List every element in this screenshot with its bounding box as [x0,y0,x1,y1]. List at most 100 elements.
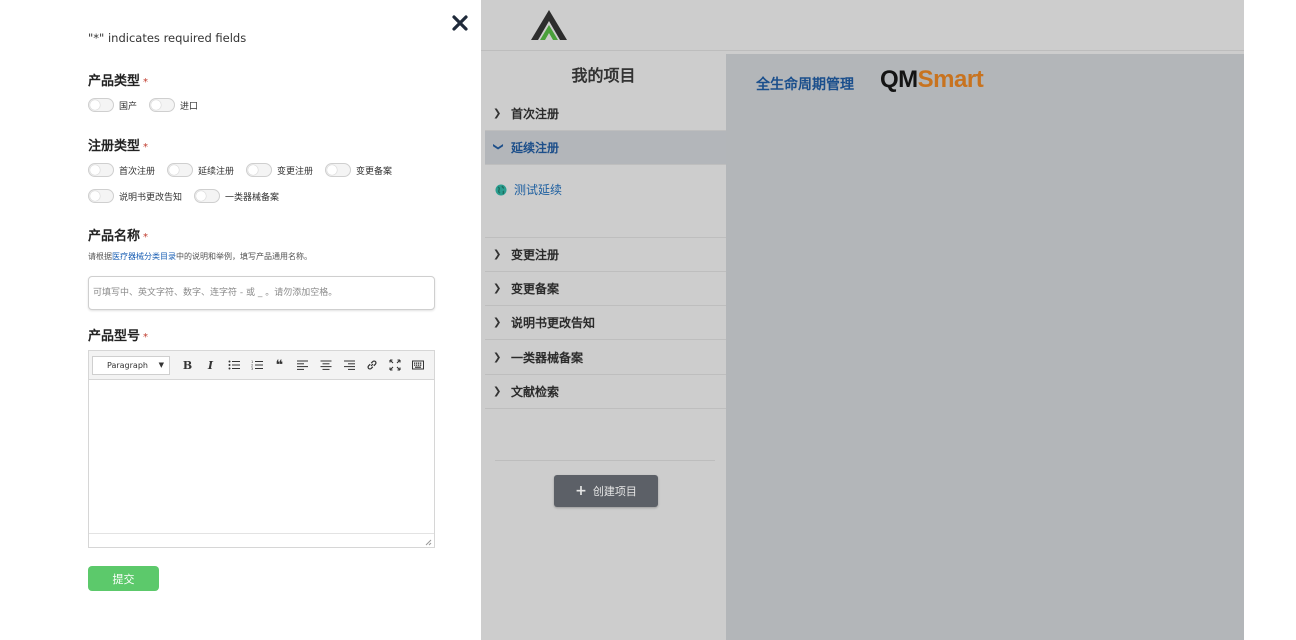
sidebar-item-literature-search[interactable]: ❯ 文献检索 [485,375,726,409]
brand-part-smart: Smart [917,66,984,93]
registration-type-label-text: 注册类型 [88,139,141,154]
sidebar-item-label: 文献检索 [511,385,560,399]
sidebar-title: 我的项目 [571,66,636,85]
product-type-label: 产品类型 * [88,70,148,89]
toggle-switch[interactable] [88,189,114,203]
required-note: "*" indicates required fields [88,31,247,45]
brand-logo: QMSmart [880,66,984,94]
close-button[interactable] [449,12,471,34]
toggle-label: 说明书更改告知 [119,192,183,203]
required-star: * [143,142,149,153]
registration-type-toggles-row1: 首次注册 延续注册 变更注册 变更备案 [88,163,404,177]
toggle-manual-change[interactable]: 说明书更改告知 [88,189,182,203]
toggle-domestic[interactable]: 国产 [88,98,137,112]
toggle-switch[interactable] [246,163,273,177]
product-model-label-text: 产品型号 [88,329,141,344]
product-name-input[interactable] [88,276,435,310]
toggle-import[interactable]: 进口 [149,98,198,112]
required-star: * [143,232,149,243]
toggle-change-registration[interactable]: 变更注册 [246,163,313,177]
sidebar-item-manual-change[interactable]: ❯ 说明书更改告知 [485,306,726,340]
required-star: * [143,332,149,343]
project-item-label: 测试延续 [514,183,563,197]
classification-catalog-link[interactable]: 医疗器械分类目录 [112,252,176,261]
chevron-right-icon: ❯ [493,249,502,260]
align-right-icon [343,360,355,370]
bold-button[interactable]: B [176,355,199,375]
sidebar-item-label: 延续注册 [511,141,560,155]
link-icon [367,360,376,370]
editor-content-area[interactable] [89,380,434,533]
fullscreen-button[interactable] [383,355,406,375]
svg-text:3: 3 [251,367,253,371]
chevron-right-icon: ❯ [493,386,502,397]
sidebar-item-change-filing[interactable]: ❯ 变更备案 [485,272,726,306]
toggle-label: 延续注册 [198,166,235,177]
toggle-first-registration[interactable]: 首次注册 [88,163,155,177]
blockquote-button[interactable]: ❝ [268,355,291,375]
chevron-right-icon: ❯ [493,108,502,119]
sidebar-item-class-one-filing[interactable]: ❯ 一类器械备案 [485,341,726,375]
toggle-label: 首次注册 [119,166,156,177]
sidebar-item-label: 变更注册 [511,248,560,262]
app-background: 我的项目 ❯ 首次注册 ❯ 延续注册 测试延续 ❯ 变更注册 ❯ 变更备案 ❯ … [481,0,1244,640]
editor-statusbar [89,533,434,547]
toggle-class-one-filing[interactable]: 一类器械备案 [194,189,279,203]
sidebar-item-label: 一类器械备案 [511,351,584,365]
brand-part-qm: QM [880,66,918,93]
product-name-help: 请根据医疗器械分类目录中的说明和举例，填写产品通用名称。 [88,251,312,262]
numbered-list-button[interactable]: 1 2 3 [245,355,268,375]
renewal-submenu: 测试延续 [485,165,726,238]
project-item[interactable]: 测试延续 [495,181,562,198]
sidebar-item-label: 说明书更改告知 [511,316,596,330]
align-center-icon [320,360,331,370]
quote-icon: ❝ [275,357,284,373]
chevron-right-icon: ❯ [493,317,502,328]
page: "*" indicates required fields 产品类型 * 国产 进… [0,0,1296,640]
format-select[interactable]: Paragraph ▼ [92,355,170,375]
sidebar: 我的项目 ❯ 首次注册 ❯ 延续注册 测试延续 ❯ 变更注册 ❯ 变更备案 ❯ … [481,54,726,640]
close-icon [452,15,468,31]
chevron-right-icon: ❯ [493,283,502,294]
company-logo-icon[interactable] [529,8,569,41]
sidebar-item-label: 首次注册 [511,107,560,121]
align-center-button[interactable] [314,355,337,375]
align-right-button[interactable] [337,355,360,375]
toggle-switch[interactable] [149,98,176,112]
submit-button[interactable]: 提交 [88,566,159,591]
bullet-list-button[interactable] [222,355,245,375]
toggle-switch[interactable] [167,163,194,177]
sidebar-divider [495,460,715,461]
keyboard-icon [411,360,424,370]
toggle-switch[interactable] [325,163,352,177]
sidebar-item-label: 变更备案 [511,282,560,296]
main-content: 全生命周期管理 QMSmart [726,54,1244,640]
product-type-toggles: 国产 进口 [88,98,210,112]
toggle-switch[interactable] [194,189,221,203]
insert-link-button[interactable] [360,355,383,375]
italic-button[interactable]: I [199,355,222,375]
italic-icon: I [207,358,214,372]
toggle-label: 变更注册 [277,166,314,177]
resize-handle-icon[interactable] [424,538,432,546]
toggle-switch[interactable] [88,163,114,177]
editor-toolbar: Paragraph ▼ B I 1 2 3 ❝ [89,351,434,380]
help-prefix: 请根据 [88,252,112,261]
product-type-label-text: 产品类型 [88,74,141,89]
toggle-renewal[interactable]: 延续注册 [167,163,234,177]
app-header [481,0,1244,51]
toggle-switch[interactable] [88,98,114,112]
toggle-label: 进口 [180,101,199,112]
plus-icon: + [575,483,587,499]
sidebar-item-change-registration[interactable]: ❯ 变更注册 [485,238,726,272]
keyboard-shortcuts-button[interactable] [406,355,429,375]
registration-type-toggles-row2: 说明书更改告知 一类器械备案 [88,189,291,203]
sidebar-item-first-registration[interactable]: ❯ 首次注册 [485,97,726,131]
align-left-icon [296,360,308,370]
product-name-label-text: 产品名称 [88,229,141,244]
sidebar-item-renewal[interactable]: ❯ 延续注册 [485,131,726,165]
toggle-label: 一类器械备案 [225,192,280,203]
toggle-change-filing[interactable]: 变更备案 [325,163,392,177]
create-project-button[interactable]: + 创建项目 [554,475,658,507]
align-left-button[interactable] [291,355,314,375]
